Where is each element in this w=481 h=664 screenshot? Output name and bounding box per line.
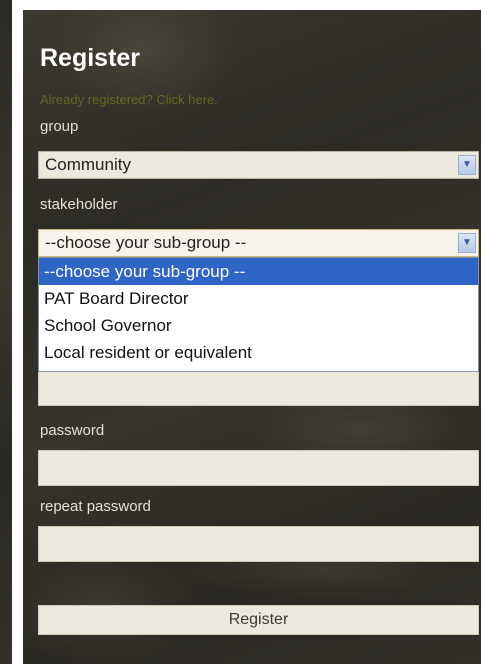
background-edge xyxy=(0,0,12,664)
stakeholder-label: stakeholder xyxy=(40,196,118,213)
password-label: password xyxy=(40,422,105,439)
stakeholder-select[interactable]: --choose your sub-group -- ▼ xyxy=(38,229,479,257)
chevron-down-icon[interactable]: ▼ xyxy=(458,233,476,253)
login-link[interactable]: Already registered? Click here. xyxy=(40,92,218,107)
stakeholder-dropdown-list: --choose your sub-group -- PAT Board Dir… xyxy=(38,257,479,372)
chevron-down-icon[interactable]: ▼ xyxy=(458,155,476,175)
repeat-password-label: repeat password xyxy=(40,498,151,515)
register-button[interactable]: Register xyxy=(38,605,479,635)
dropdown-option[interactable]: PAT Board Director xyxy=(39,285,478,312)
repeat-password-field[interactable] xyxy=(38,526,479,562)
page-title: Register xyxy=(40,44,141,72)
register-panel: Register Already registered? Click here.… xyxy=(23,10,481,664)
group-select[interactable]: Community ▼ xyxy=(38,151,479,179)
stakeholder-select-value: --choose your sub-group -- xyxy=(45,233,247,252)
dropdown-option[interactable]: Local resident or equivalent xyxy=(39,339,478,366)
group-select-value: Community xyxy=(45,155,131,174)
group-label: group xyxy=(40,118,79,135)
dropdown-option[interactable]: School Governor xyxy=(39,312,478,339)
email-field[interactable] xyxy=(38,370,479,406)
password-field[interactable] xyxy=(38,450,479,486)
dropdown-option[interactable]: --choose your sub-group -- xyxy=(39,258,478,285)
